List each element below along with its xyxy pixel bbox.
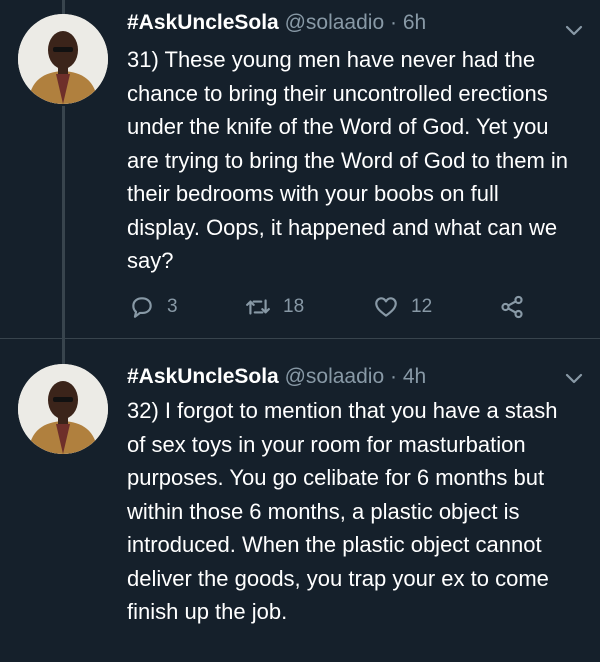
separator-dot: ·: [389, 11, 397, 34]
tweet-header: #AskUncleSola @solaadio · 6h: [127, 6, 426, 40]
user-handle[interactable]: @solaadio: [285, 11, 385, 34]
tweet-header: #AskUncleSola @solaadio · 4h: [127, 360, 426, 394]
tweet-actions: 3 18 12: [127, 292, 567, 332]
avatar-photo: [18, 364, 108, 454]
heart-icon: [375, 297, 397, 317]
retweet-button[interactable]: 18: [245, 292, 304, 322]
tweet-31[interactable]: #AskUncleSola @solaadio · 6h 31) These y…: [0, 0, 600, 330]
share-button[interactable]: [499, 292, 537, 322]
reply-icon: [132, 297, 152, 318]
tweet-divider: [0, 338, 600, 339]
share-icon: [501, 295, 523, 319]
chevron-down-icon[interactable]: [562, 18, 586, 42]
chevron-down-icon[interactable]: [562, 366, 586, 390]
avatar[interactable]: [18, 14, 108, 104]
tweet-text: 31) These young men have never had the c…: [127, 47, 569, 273]
avatar-photo: [18, 14, 108, 104]
reply-button[interactable]: 3: [129, 292, 178, 322]
tweet-32[interactable]: #AskUncleSola @solaadio · 4h 32) I forgo…: [0, 360, 600, 662]
reply-count: 3: [167, 296, 178, 317]
timestamp[interactable]: 4h: [403, 365, 426, 388]
tweet-text: 32) I forgot to mention that you have a …: [127, 398, 558, 624]
retweet-icon: [246, 299, 270, 315]
avatar[interactable]: [18, 364, 108, 454]
like-count: 12: [411, 296, 433, 317]
separator-dot: ·: [389, 365, 397, 388]
display-name[interactable]: #AskUncleSola: [127, 365, 279, 388]
display-name[interactable]: #AskUncleSola: [127, 11, 279, 34]
like-button[interactable]: 12: [373, 292, 432, 322]
retweet-count: 18: [283, 296, 305, 317]
user-handle[interactable]: @solaadio: [285, 365, 385, 388]
timestamp[interactable]: 6h: [403, 11, 426, 34]
